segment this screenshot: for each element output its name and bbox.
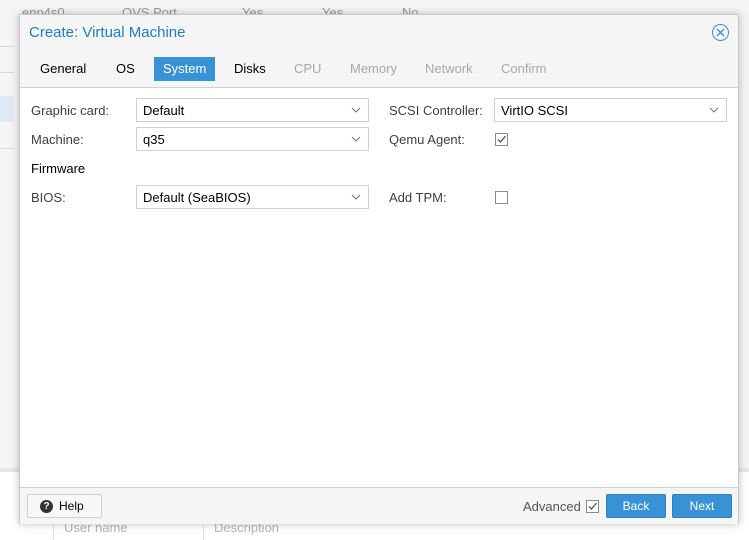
bios-select[interactable]: Default (SeaBIOS) xyxy=(136,185,369,209)
chevron-down-icon xyxy=(351,136,361,142)
background-divider xyxy=(0,46,14,47)
checkmark-icon xyxy=(497,135,506,143)
background-selected-row xyxy=(0,96,14,122)
graphic-card-select[interactable]: Default xyxy=(136,98,369,122)
close-circle-icon xyxy=(716,28,725,37)
dialog-header: Create: Virtual Machine xyxy=(20,15,738,51)
bios-value: Default (SeaBIOS) xyxy=(143,190,251,205)
tab-confirm: Confirm xyxy=(501,61,547,76)
add-tpm-checkbox[interactable] xyxy=(495,191,508,204)
chevron-down-icon xyxy=(351,194,361,200)
scsi-controller-select[interactable]: VirtIO SCSI xyxy=(494,98,727,122)
qemu-agent-checkbox[interactable] xyxy=(495,133,508,146)
tab-os[interactable]: OS xyxy=(107,57,144,81)
background-divider xyxy=(0,148,14,149)
tab-general[interactable]: General xyxy=(31,57,95,81)
close-button[interactable] xyxy=(712,24,729,41)
dialog-footer: ? Help Advanced Back Next xyxy=(20,487,738,524)
tab-cpu: CPU xyxy=(294,61,322,76)
question-circle-icon: ? xyxy=(40,499,53,513)
firmware-section-title: Firmware xyxy=(31,161,86,176)
create-vm-dialog: Create: Virtual Machine General OS Syste… xyxy=(19,14,739,524)
chevron-down-icon xyxy=(351,107,361,113)
qemu-agent-label: Qemu Agent: xyxy=(389,132,465,147)
background-divider xyxy=(0,72,14,73)
advanced-checkbox[interactable] xyxy=(586,500,599,513)
dialog-title: Create: Virtual Machine xyxy=(29,24,186,41)
scsi-controller-label: SCSI Controller: xyxy=(389,103,483,118)
help-button-label: Help xyxy=(59,499,84,513)
tab-disks[interactable]: Disks xyxy=(225,57,275,81)
tab-network: Network xyxy=(425,61,473,76)
next-button[interactable]: Next xyxy=(672,494,732,518)
machine-label: Machine: xyxy=(31,132,84,147)
tab-system[interactable]: System xyxy=(154,57,216,81)
back-button[interactable]: Back xyxy=(606,494,666,518)
checkmark-icon xyxy=(588,502,597,510)
graphic-card-value: Default xyxy=(143,103,185,118)
machine-value: q35 xyxy=(143,132,165,147)
scsi-controller-value: VirtIO SCSI xyxy=(501,103,568,118)
chevron-down-icon xyxy=(709,107,719,113)
help-button[interactable]: ? Help xyxy=(27,494,102,518)
bios-label: BIOS: xyxy=(31,190,66,205)
system-panel: Graphic card: Default Machine: q35 Firmw… xyxy=(20,89,738,487)
graphic-card-label: Graphic card: xyxy=(31,103,110,118)
wizard-tabbar: General OS System Disks CPU Memory Netwo… xyxy=(20,51,738,88)
tab-memory: Memory xyxy=(350,61,397,76)
add-tpm-label: Add TPM: xyxy=(389,190,447,205)
machine-select[interactable]: q35 xyxy=(136,127,369,151)
advanced-label: Advanced xyxy=(523,499,581,514)
